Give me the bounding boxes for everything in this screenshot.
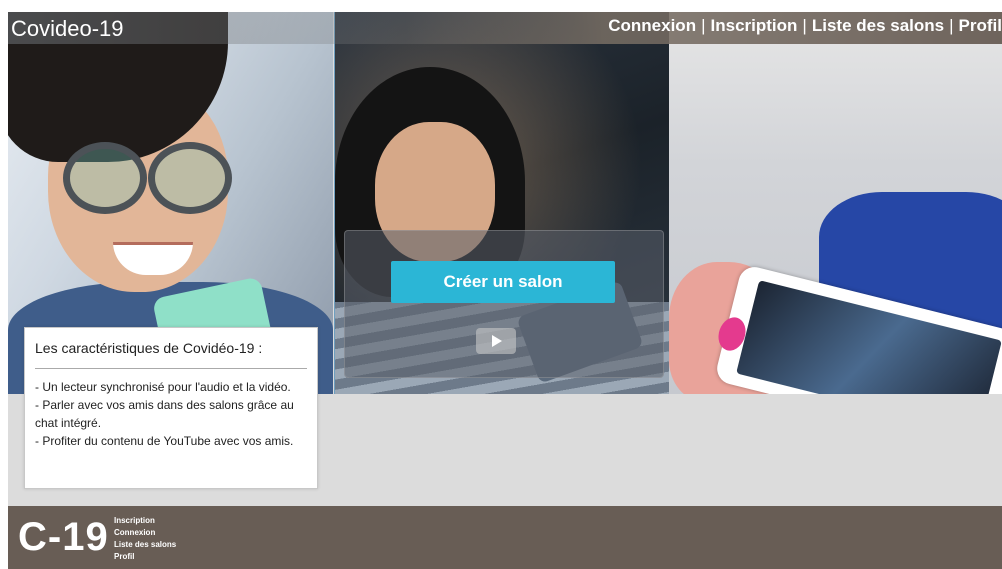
features-title: Les caractéristiques de Covidéo-19 : (35, 340, 263, 356)
footer-link-liste-des-salons[interactable]: Liste des salons (114, 539, 176, 551)
nav-link-connexion[interactable]: Connexion (608, 16, 696, 35)
features-card: Les caractéristiques de Covidéo-19 : - U… (24, 327, 318, 489)
feature-item: - Parler avec vos amis dans des salons g… (35, 398, 294, 430)
hero-image-hand-with-phone (669, 12, 1002, 394)
footer-link-profil[interactable]: Profil (114, 551, 176, 563)
page: Covideo-19 Connexion | Inscription | Liste d… (8, 12, 1002, 569)
nav-link-liste-des-salons[interactable]: Liste des salons (812, 16, 944, 35)
play-icon[interactable] (476, 328, 516, 354)
footer-link-connexion[interactable]: Connexion (114, 527, 176, 539)
create-room-panel: Créer un salon (344, 230, 664, 378)
nav-separator: | (949, 16, 954, 35)
footer-logo[interactable]: C-19 (18, 514, 109, 560)
footer-link-inscription[interactable]: Inscription (114, 515, 176, 527)
site-title[interactable]: Covideo-19 (11, 16, 124, 42)
nav-separator: | (802, 16, 807, 35)
nav-link-profil[interactable]: Profil (959, 16, 1002, 35)
create-room-button[interactable]: Créer un salon (391, 261, 615, 303)
top-nav: Connexion | Inscription | Liste des salons | P… (608, 16, 1002, 36)
footer: C-19 Inscription Connexion Liste des sal… (8, 506, 1002, 569)
feature-item: - Un lecteur synchronisé pour l'audio et… (35, 380, 291, 394)
nav-link-inscription[interactable]: Inscription (711, 16, 798, 35)
footer-links: Inscription Connexion Liste des salons P… (114, 515, 176, 563)
nav-separator: | (701, 16, 706, 35)
features-divider (35, 368, 307, 369)
feature-item: - Profiter du contenu de YouTube avec vo… (35, 434, 294, 448)
